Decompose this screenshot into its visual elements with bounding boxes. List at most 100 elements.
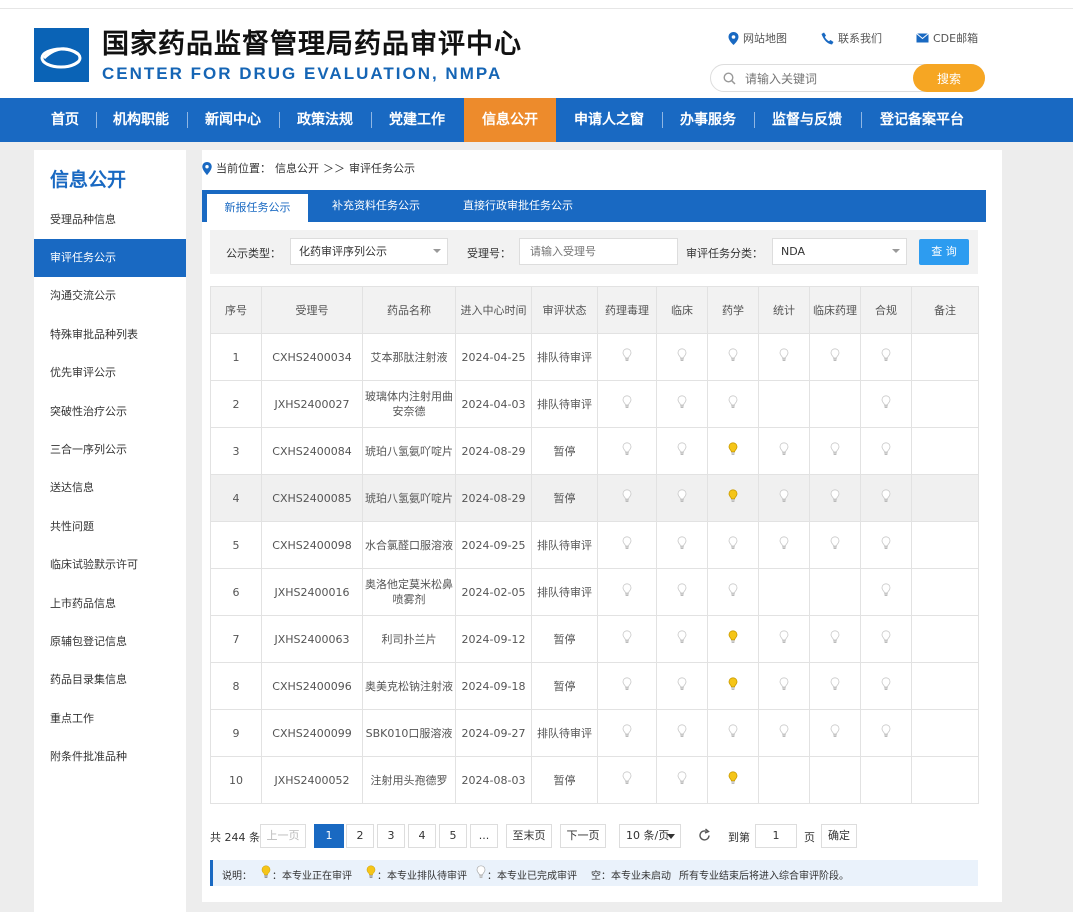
page-button-5[interactable]: 5 <box>439 824 467 848</box>
sidebar-item-key-work[interactable]: 重点工作 <box>34 700 186 738</box>
sidebar-item-accepted[interactable]: 受理品种信息 <box>34 201 186 239</box>
sidebar-item-breakthrough[interactable]: 突破性治疗公示 <box>34 393 186 431</box>
next-page-button[interactable]: 下一页 <box>560 824 606 848</box>
table-cell: CXHS2400098 <box>261 521 363 569</box>
table-cell[interactable]: 利司扑兰片 <box>362 615 456 663</box>
search-icon <box>723 72 736 85</box>
tab-direct-approval-tasks[interactable]: 直接行政审批任务公示 <box>448 190 588 222</box>
table-cell[interactable]: 注射用头孢德罗 <box>362 756 456 804</box>
table-cell[interactable]: 艾本那肽注射液 <box>362 333 456 381</box>
table-cell[interactable]: 琥珀八氢氨吖啶片 <box>362 427 456 475</box>
table-cell <box>656 521 708 569</box>
tab-supplement-tasks[interactable]: 补充资料任务公示 <box>318 190 434 222</box>
chevron-down-icon <box>433 249 441 253</box>
table-cell <box>707 568 759 616</box>
nav-services[interactable]: 办事服务 <box>664 98 752 142</box>
last-page-button[interactable]: 至末页 <box>506 824 552 848</box>
bulb-active-icon <box>728 630 738 648</box>
table-cell: 4 <box>210 474 262 522</box>
total-count: 共 244 条 <box>210 831 260 844</box>
goto-page-input[interactable]: 1 <box>755 824 797 848</box>
nav-divider <box>754 112 755 128</box>
cde-logo-icon[interactable] <box>34 28 89 82</box>
sidebar-item-priority[interactable]: 优先审评公示 <box>34 354 186 392</box>
nav-registration[interactable]: 登记备案平台 <box>863 98 981 142</box>
nav-supervision[interactable]: 监督与反馈 <box>756 98 858 142</box>
table-cell <box>758 521 810 569</box>
table-cell <box>597 568 657 616</box>
sidebar-item-special-approval[interactable]: 特殊审批品种列表 <box>34 316 186 354</box>
accept-no-input[interactable] <box>519 238 678 265</box>
breadcrumb-parent[interactable]: 信息公开 <box>275 160 319 176</box>
table-cell <box>911 709 979 757</box>
col-header: 受理号 <box>261 286 363 334</box>
bulb-queued-icon <box>366 865 376 882</box>
type-select-value: 化药审评序列公示 <box>299 245 387 258</box>
table-cell <box>707 333 759 381</box>
page-button-1[interactable]: 1 <box>314 824 344 848</box>
col-header: 药品名称 <box>362 286 456 334</box>
table-cell <box>809 709 861 757</box>
table-cell: JXHS2400052 <box>261 756 363 804</box>
sidebar-item-marketed-drugs[interactable]: 上市药品信息 <box>34 585 186 623</box>
nav-divider <box>371 112 372 128</box>
sidebar-item-common-issues[interactable]: 共性问题 <box>34 508 186 546</box>
contact-link[interactable]: 联系我们 <box>821 30 882 46</box>
sidebar-item-catalog[interactable]: 药品目录集信息 <box>34 661 186 699</box>
table-cell <box>656 615 708 663</box>
nav-applicant[interactable]: 申请人之窗 <box>558 98 660 142</box>
contact-label: 联系我们 <box>838 32 882 45</box>
type-select[interactable]: 化药审评序列公示 <box>290 238 448 265</box>
query-button[interactable]: 查 询 <box>919 239 969 265</box>
sidebar-item-review-tasks[interactable]: 审评任务公示 <box>34 239 186 277</box>
sidebar-item-delivery[interactable]: 送达信息 <box>34 469 186 507</box>
table-cell[interactable]: 玻璃体内注射用曲安奈德 <box>362 380 456 428</box>
page-button-3[interactable]: 3 <box>377 824 405 848</box>
table-cell <box>656 474 708 522</box>
table-header-row: 序号 受理号 药品名称 进入中心时间 审评状态 药理毒理 临床 药学 统计 临床… <box>210 286 979 334</box>
sidebar-item-excipients[interactable]: 原辅包登记信息 <box>34 623 186 661</box>
cde-mail-link[interactable]: CDE邮箱 <box>916 30 978 46</box>
search-button[interactable]: 搜索 <box>913 64 985 92</box>
page-size-select[interactable]: 10 条/页 <box>619 824 681 848</box>
sidebar-item-conditional[interactable]: 附条件批准品种 <box>34 738 186 776</box>
table-cell <box>809 568 861 616</box>
main-nav: 首页 机构职能 新闻中心 政策法规 党建工作 信息公开 申请人之窗 办事服务 监… <box>0 98 1073 142</box>
table-cell[interactable]: 琥珀八氢氨吖啶片 <box>362 474 456 522</box>
table-cell <box>860 521 912 569</box>
sidebar-item-communication[interactable]: 沟通交流公示 <box>34 277 186 315</box>
table-cell <box>758 427 810 475</box>
prev-page-button[interactable]: 上一页 <box>260 824 306 848</box>
bulb-done-icon <box>779 724 789 742</box>
table-cell[interactable]: SBK010口服溶液 <box>362 709 456 757</box>
table-cell: CXHS2400084 <box>261 427 363 475</box>
table-cell[interactable]: 水合氯醛口服溶液 <box>362 521 456 569</box>
table-cell: 1 <box>210 333 262 381</box>
table-cell: 2024-08-03 <box>455 756 532 804</box>
bulb-done-icon <box>728 724 738 742</box>
table-cell <box>809 756 861 804</box>
nav-home[interactable]: 首页 <box>36 98 94 142</box>
sitemap-link[interactable]: 网站地图 <box>728 30 787 46</box>
refresh-icon[interactable] <box>697 828 712 843</box>
goto-confirm-button[interactable]: 确定 <box>821 824 857 848</box>
bulb-done-icon <box>677 583 687 601</box>
nav-party[interactable]: 党建工作 <box>373 98 461 142</box>
nav-news[interactable]: 新闻中心 <box>189 98 277 142</box>
table-cell[interactable]: 奥美克松钠注射液 <box>362 662 456 710</box>
nav-functions[interactable]: 机构职能 <box>98 98 184 142</box>
bulb-done-icon <box>728 395 738 413</box>
table-cell <box>809 474 861 522</box>
nav-info-public[interactable]: 信息公开 <box>464 98 556 142</box>
search-input[interactable] <box>745 70 905 88</box>
task-category-select[interactable]: NDA <box>772 238 907 265</box>
page-button-4[interactable]: 4 <box>408 824 436 848</box>
sidebar-item-three-in-one[interactable]: 三合一序列公示 <box>34 431 186 469</box>
nav-policy[interactable]: 政策法规 <box>281 98 369 142</box>
sidebar-item-clinical-trial[interactable]: 临床试验默示许可 <box>34 546 186 584</box>
bulb-done-icon <box>881 630 891 648</box>
table-cell[interactable]: 奥洛他定莫米松鼻喷雾剂 <box>362 568 456 616</box>
tab-new-tasks[interactable]: 新报任务公示 <box>207 194 308 222</box>
table-row: 10 JXHS2400052 注射用头孢德罗 2024-08-03 暂停 <box>210 756 979 804</box>
page-button-2[interactable]: 2 <box>346 824 374 848</box>
